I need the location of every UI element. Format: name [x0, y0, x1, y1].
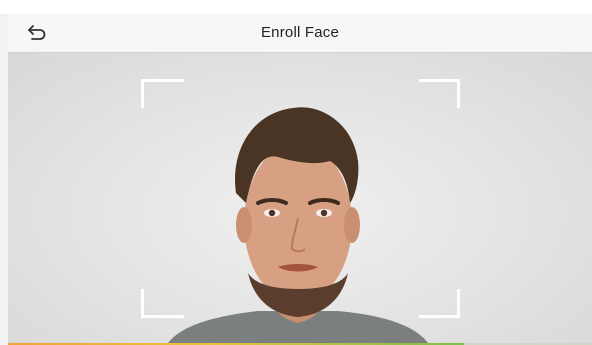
page-title: Enroll Face: [260, 24, 340, 41]
frame-corner-bottom-right: [419, 289, 460, 318]
frame-corner-top-left: [141, 79, 184, 108]
frame-corner-bottom-left: [141, 289, 184, 318]
page-margin: [0, 14, 8, 345]
enroll-face-screen: Enroll Face: [8, 14, 592, 345]
frame-corner-top-right: [419, 79, 460, 108]
camera-preview: [8, 53, 592, 343]
header-bar: Enroll Face: [8, 14, 592, 53]
face-preview: [168, 107, 428, 343]
